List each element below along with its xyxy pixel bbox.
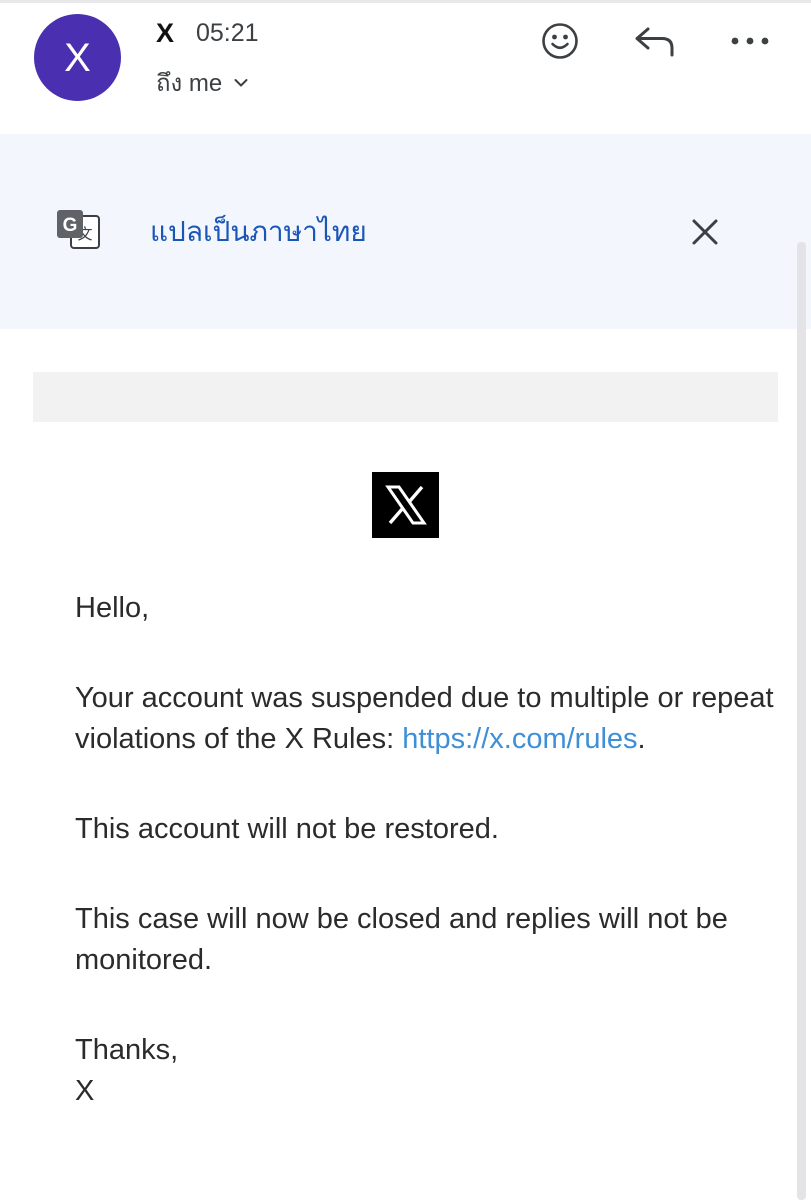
x-logo bbox=[372, 472, 439, 538]
sent-time: 05:21 bbox=[196, 19, 259, 47]
email-preheader-strip bbox=[33, 372, 778, 422]
add-reaction-button[interactable] bbox=[535, 16, 585, 66]
translate-to-thai-link[interactable]: แปลเป็นภาษาไทย bbox=[150, 214, 367, 250]
svg-text:G: G bbox=[63, 215, 78, 236]
signoff-text: Thanks, X bbox=[75, 1030, 775, 1112]
avatar-letter: X bbox=[64, 35, 91, 80]
sender-name[interactable]: X bbox=[156, 17, 174, 49]
signature: X bbox=[75, 1075, 95, 1107]
rules-link-suffix: . bbox=[637, 723, 646, 755]
reply-icon bbox=[635, 27, 674, 57]
closed-text: This case will now be closed and replies… bbox=[75, 903, 728, 976]
email-header: X X 05:21 ถึง me bbox=[0, 0, 811, 134]
translate-icon: 文 G bbox=[57, 210, 100, 249]
signoff: Thanks, bbox=[75, 1034, 179, 1066]
reply-button[interactable] bbox=[630, 16, 680, 66]
x-logo-icon bbox=[384, 485, 427, 525]
suspension-paragraph: Your account was suspended due to multip… bbox=[75, 678, 775, 760]
recipient-label: ถึง me bbox=[156, 69, 223, 97]
rules-link[interactable]: https://x.com/rules bbox=[402, 723, 637, 755]
close-icon bbox=[692, 219, 718, 245]
translate-banner: 文 G แปลเป็นภาษาไทย bbox=[0, 134, 811, 329]
emoji-smile-icon bbox=[542, 23, 578, 59]
scrollbar[interactable] bbox=[797, 242, 806, 1200]
chevron-down-icon bbox=[234, 79, 248, 87]
more-options-button[interactable] bbox=[725, 16, 775, 66]
email-body: Hello, Your account was suspended due to… bbox=[75, 588, 775, 1112]
greeting-text: Hello, bbox=[75, 592, 150, 624]
sender-avatar[interactable]: X bbox=[34, 14, 121, 101]
restored-text: This account will not be restored. bbox=[75, 813, 499, 845]
recipient-details-toggle[interactable]: ถึง me bbox=[156, 66, 248, 98]
more-horizontal-icon bbox=[731, 37, 769, 45]
dismiss-translate-button[interactable] bbox=[683, 210, 727, 254]
